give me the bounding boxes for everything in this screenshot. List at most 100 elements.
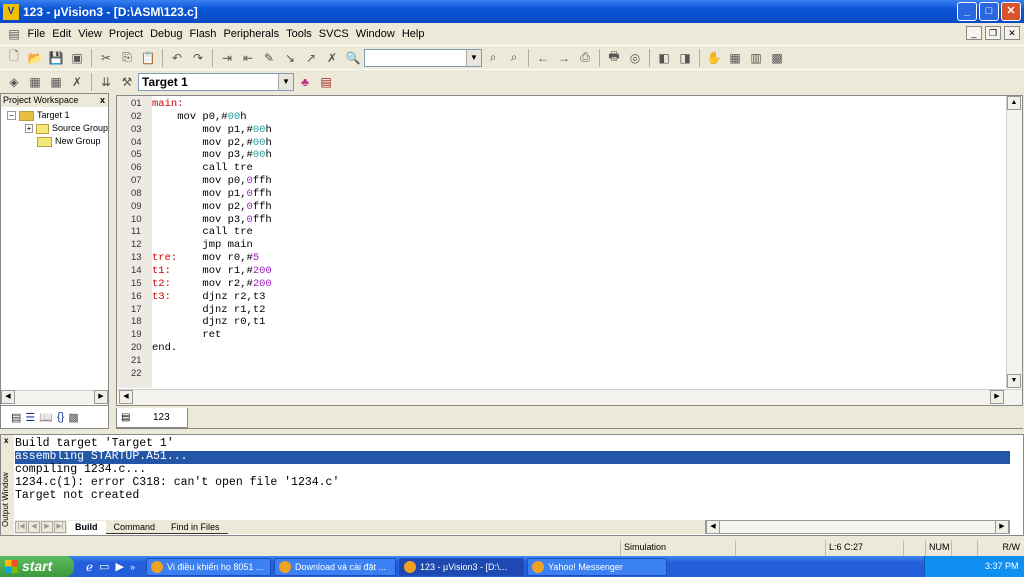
last-tab-icon[interactable]: ▶| <box>54 521 66 533</box>
hand-icon[interactable]: ✋ <box>704 48 724 68</box>
regs-tab-icon[interactable]: ☰ <box>25 411 35 424</box>
first-tab-icon[interactable]: |◀ <box>15 521 27 533</box>
tree-item-source-group[interactable]: + Source Group <box>1 122 108 135</box>
code-line[interactable]: 09 mov p2, 0 ffh <box>117 201 272 214</box>
clear-bookmarks-icon[interactable]: ✗ <box>322 48 342 68</box>
mdi-close-button[interactable]: ✕ <box>1004 26 1020 40</box>
tab-find-in-files[interactable]: Find in Files <box>163 521 228 534</box>
target-select[interactable]: Target 1 ▼ <box>138 72 294 91</box>
code-line[interactable]: 02 mov p0,# 00 h <box>117 111 272 124</box>
target-options-icon[interactable]: ⚒ <box>117 72 137 92</box>
grid-icon[interactable]: ▦ <box>725 48 745 68</box>
output-hscrollbar[interactable]: ◀ ▶ <box>705 520 1010 534</box>
desktop-quicklaunch-icon[interactable]: ▭ <box>99 560 109 573</box>
download-icon[interactable]: ⇊ <box>96 72 116 92</box>
print-icon[interactable]: 🖶 <box>604 48 624 68</box>
code-line[interactable]: 18 djnz r0,t1 <box>117 316 272 329</box>
paste-icon[interactable]: 📋 <box>138 48 158 68</box>
code-line[interactable]: 13 tre: mov r0,# 5 <box>117 252 272 265</box>
save-icon[interactable]: 💾 <box>46 48 66 68</box>
expand-icon[interactable]: + <box>25 124 33 133</box>
build-icon[interactable]: ▦ <box>25 72 45 92</box>
tab-build[interactable]: Build <box>67 520 106 534</box>
code-editor[interactable]: 01 main: 02 mov p0,# 00 h 03 mov p1,# 00 h 04 mo… <box>116 95 1023 406</box>
rebuild-icon[interactable]: ▦ <box>46 72 66 92</box>
next-bookmark-icon[interactable]: ↘ <box>280 48 300 68</box>
find-binoculars-icon[interactable]: ⌕ <box>483 48 503 68</box>
prev-bookmark-icon[interactable]: ↗ <box>301 48 321 68</box>
books-tab-icon[interactable]: 📖 <box>39 411 53 424</box>
code-line[interactable]: 03 mov p1,# 00 h <box>117 124 272 137</box>
menu-debug[interactable]: Debug <box>147 28 186 40</box>
scroll-right-icon[interactable]: ▶ <box>94 390 108 404</box>
menu-window[interactable]: Window <box>352 28 398 40</box>
bookmark-icon[interactable]: ✎ <box>259 48 279 68</box>
components-icon[interactable]: ♣ <box>295 72 315 92</box>
mdi-minimize-button[interactable]: _ <box>966 26 982 40</box>
start-button[interactable]: start <box>0 556 74 577</box>
maximize-button[interactable]: □ <box>979 2 999 21</box>
code-line[interactable]: 19 ret <box>117 329 272 342</box>
mdi-restore-button[interactable]: ❐ <box>985 26 1001 40</box>
collapse-icon[interactable]: − <box>7 111 16 120</box>
code-line[interactable]: 20 end. <box>117 342 272 355</box>
workspace-hscrollbar[interactable]: ◀ ▶ <box>1 390 108 404</box>
open-folder-icon[interactable]: 📂 <box>25 48 45 68</box>
prev-tab-icon[interactable]: ◀ <box>28 521 40 533</box>
close-button[interactable]: ✕ <box>1001 2 1021 21</box>
redo-icon[interactable]: ↷ <box>188 48 208 68</box>
code-line[interactable]: 04 mov p2,# 00 h <box>117 137 272 150</box>
stop-build-icon[interactable]: ✗ <box>67 72 87 92</box>
incremental-find-icon[interactable]: ⌕ <box>504 48 524 68</box>
tab-command[interactable]: Command <box>105 521 164 534</box>
outdent-icon[interactable]: ⇤ <box>238 48 258 68</box>
chevron-down-icon[interactable]: ▼ <box>466 49 481 66</box>
new-file-icon[interactable]: 🗋 <box>4 48 24 68</box>
scroll-left-icon[interactable]: ◀ <box>706 520 720 534</box>
scroll-down-icon[interactable]: ▼ <box>1007 374 1021 388</box>
indent-icon[interactable]: ⇥ <box>217 48 237 68</box>
tree-item-target[interactable]: − Target 1 <box>1 107 108 122</box>
debug-session-icon[interactable]: ◎ <box>625 48 645 68</box>
settings-icon[interactable]: ▩ <box>767 48 787 68</box>
back-arrow-icon[interactable]: ← <box>533 48 553 68</box>
code-line[interactable]: 08 mov p1, 0 ffh <box>117 188 272 201</box>
undo-icon[interactable]: ↶ <box>167 48 187 68</box>
editor-vscrollbar[interactable]: ▲ ▼ <box>1006 96 1022 388</box>
forward-arrow-icon[interactable]: → <box>554 48 574 68</box>
menu-edit[interactable]: Edit <box>49 28 75 40</box>
taskbar-item[interactable]: 123 - µVision3 - [D:\... <box>399 557 524 576</box>
menu-flash[interactable]: Flash <box>186 28 220 40</box>
next-tab-icon[interactable]: ▶ <box>41 521 53 533</box>
output-line[interactable]: compiling 1234.c... <box>15 463 1010 477</box>
code-line[interactable]: 16 t3: djnz r2,t3 <box>117 291 272 304</box>
scroll-up-icon[interactable]: ▲ <box>1007 96 1021 110</box>
menu-tools[interactable]: Tools <box>283 28 316 40</box>
scroll-right-icon[interactable]: ▶ <box>995 520 1009 534</box>
translate-icon[interactable]: ◈ <box>4 72 24 92</box>
workspace-toggle-icon[interactable]: ◧ <box>654 48 674 68</box>
find-combobox[interactable]: ▼ <box>364 48 482 67</box>
editor-hscrollbar[interactable]: ◀ ▶ <box>117 389 1022 405</box>
multi-project-icon[interactable]: ▤ <box>316 72 336 92</box>
code-line[interactable]: 15 t2: mov r2,# 200 <box>117 278 272 291</box>
document-icon[interactable]: ▤ <box>4 24 24 44</box>
code-content[interactable]: 01 main: 02 mov p0,# 00 h 03 mov p1,# 00 h 04 mo… <box>117 98 272 381</box>
output-line[interactable]: assembling STARTUP.A51... <box>15 450 1010 464</box>
menu-project[interactable]: Project <box>105 28 146 40</box>
code-line[interactable]: 12 jmp main <box>117 239 272 252</box>
ie-quicklaunch-icon[interactable]: ℯ <box>86 560 93 574</box>
output-line[interactable]: Build target 'Target 1' <box>15 437 1010 451</box>
scroll-right-icon[interactable]: ▶ <box>990 390 1004 404</box>
menu-file[interactable]: File <box>24 28 49 40</box>
tree-item-new-group[interactable]: New Group <box>1 135 108 148</box>
workspace-close-button[interactable]: x <box>100 94 105 106</box>
code-line[interactable]: 06 call tre <box>117 162 272 175</box>
code-line[interactable]: 22 <box>117 368 272 381</box>
tab-123[interactable]: ▤ 123 <box>116 408 188 428</box>
chevron-down-icon[interactable]: ▼ <box>278 73 293 90</box>
menu-view[interactable]: View <box>75 28 106 40</box>
media-quicklaunch-icon[interactable]: ▶ <box>116 560 124 573</box>
code-line[interactable]: 21 <box>117 355 272 368</box>
save-all-icon[interactable]: ▣ <box>67 48 87 68</box>
